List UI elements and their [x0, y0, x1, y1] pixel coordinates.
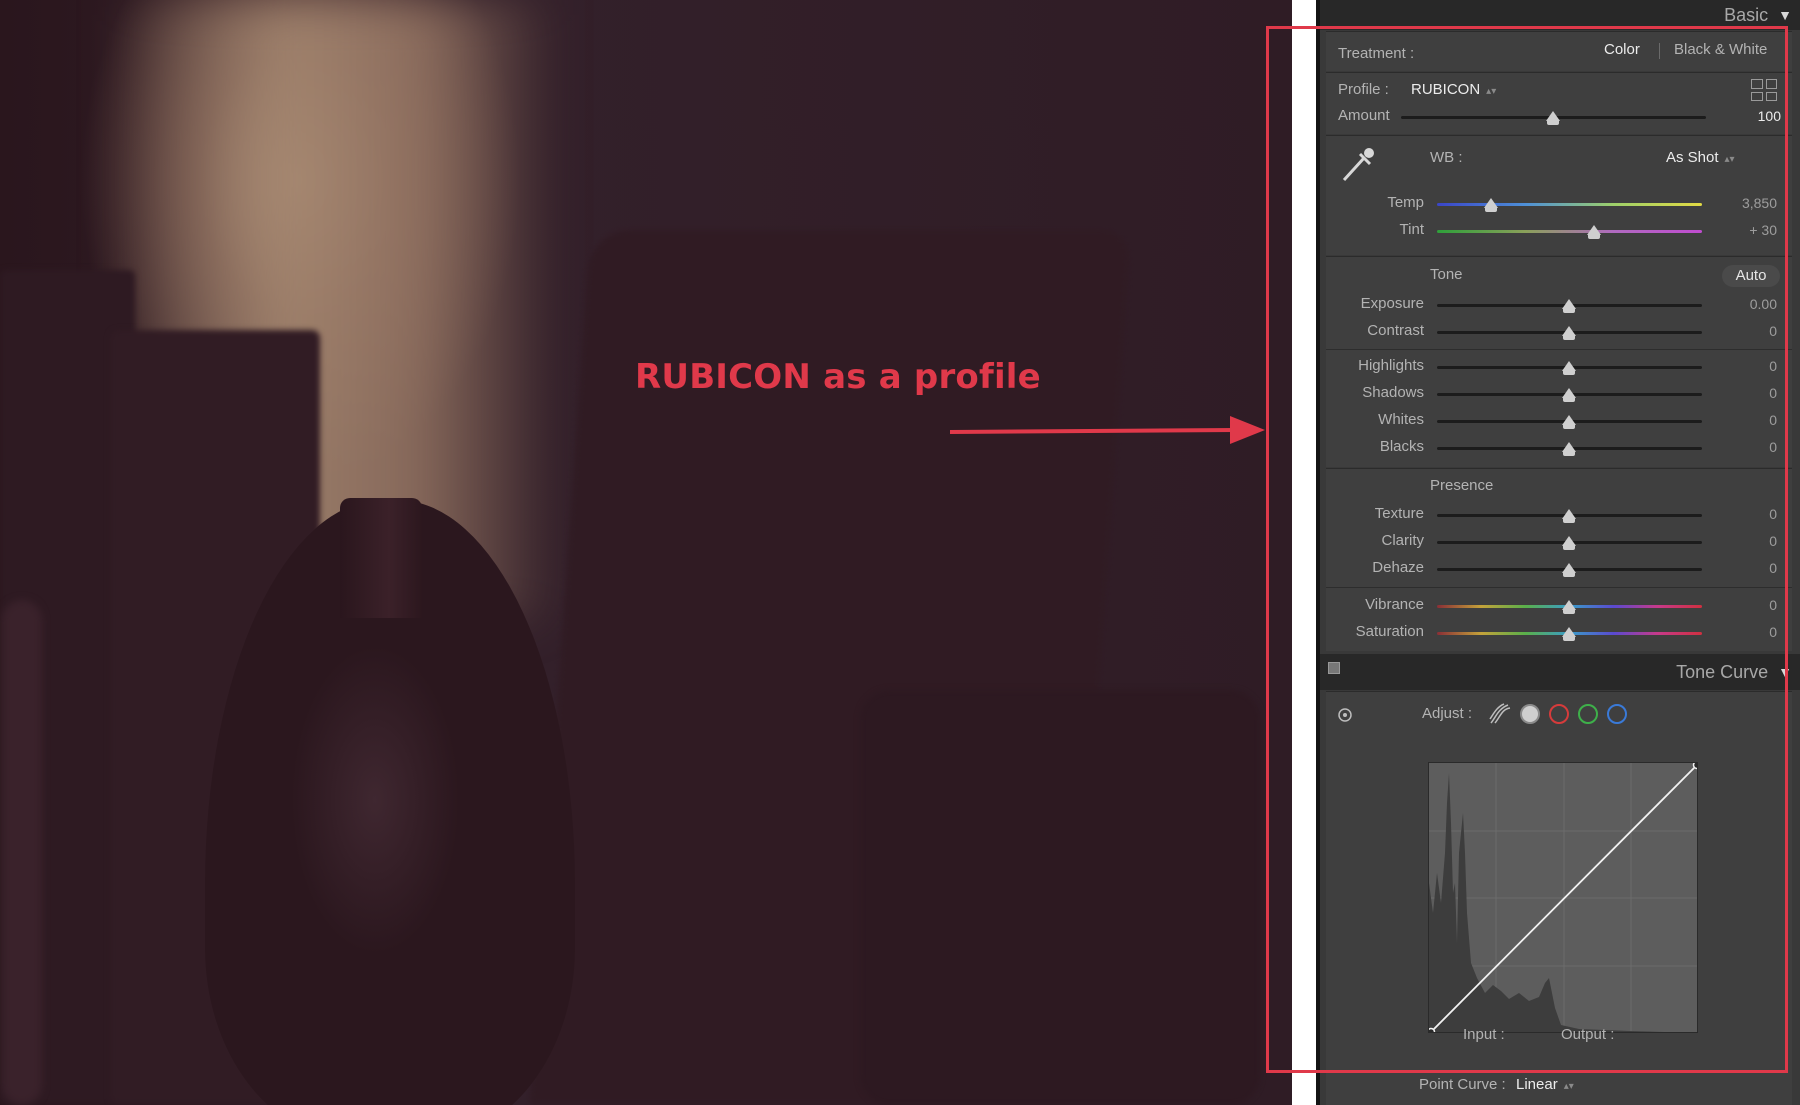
updown-arrows-icon: ▴▾ [1486, 86, 1497, 97]
tone-divider [1326, 349, 1792, 350]
highlights-slider-thumb[interactable] [1562, 361, 1576, 375]
saturation-slider-thumb[interactable] [1562, 627, 1576, 641]
tone-section: Tone Auto Exposure 0.00 Contrast 0 Highl… [1326, 256, 1792, 467]
photo-preview [0, 0, 1292, 1105]
profile-browser-grid-icon[interactable] [1751, 79, 1777, 101]
annotation-text: RUBICON as a profile [635, 357, 1041, 397]
targeted-adjustment-icon[interactable] [1336, 706, 1354, 724]
blacks-slider-thumb[interactable] [1562, 442, 1576, 456]
tone-auto-button[interactable]: Auto [1722, 265, 1780, 287]
dehaze-label: Dehaze [1372, 559, 1424, 576]
white-balance-section: WB : As Shot ▴▾ Temp 3,850 Tint + 30 [1326, 135, 1792, 255]
profile-value: RUBICON [1411, 81, 1481, 98]
wb-label: WB : [1430, 149, 1463, 166]
clarity-value[interactable]: 0 [1717, 533, 1777, 549]
treatment-bw-option[interactable]: Black & White [1674, 41, 1767, 58]
tone-curve-header[interactable]: Tone Curve ▼ [1320, 654, 1800, 690]
vibrance-slider-thumb[interactable] [1562, 600, 1576, 614]
collapse-triangle-icon[interactable]: ▼ [1778, 7, 1792, 23]
blacks-value[interactable]: 0 [1717, 439, 1777, 455]
tint-slider-thumb[interactable] [1587, 225, 1601, 239]
clarity-slider-thumb[interactable] [1562, 536, 1576, 550]
contrast-label: Contrast [1367, 322, 1424, 339]
output-label: Output : [1561, 1026, 1615, 1043]
photo-vase-neck [340, 498, 422, 618]
annotation-arrow-icon [950, 416, 1265, 444]
texture-slider-thumb[interactable] [1562, 509, 1576, 523]
presence-section: Presence Texture 0 Clarity 0 Dehaze 0 Vi… [1326, 468, 1792, 651]
saturation-label: Saturation [1355, 623, 1424, 640]
highlights-label: Highlights [1358, 357, 1424, 374]
clarity-label: Clarity [1381, 532, 1424, 549]
highlights-value[interactable]: 0 [1717, 358, 1777, 374]
adjust-label: Adjust : [1422, 705, 1473, 722]
dehaze-value[interactable]: 0 [1717, 560, 1777, 576]
input-label: Input : [1463, 1026, 1505, 1043]
point-curve-label: Point Curve : [1419, 1076, 1506, 1093]
whites-slider-thumb[interactable] [1562, 415, 1576, 429]
texture-value[interactable]: 0 [1717, 506, 1777, 522]
tone-curve-svg [1429, 763, 1697, 1032]
blue-channel-button[interactable] [1607, 704, 1627, 724]
collapse-triangle-icon[interactable]: ▼ [1778, 664, 1792, 680]
red-channel-button[interactable] [1549, 704, 1569, 724]
shadows-label: Shadows [1362, 384, 1424, 401]
photo-border [1292, 0, 1316, 1105]
profile-select[interactable]: RUBICON ▴▾ [1411, 81, 1496, 98]
basic-panel-header[interactable]: Basic ▼ [1320, 0, 1800, 30]
exposure-value[interactable]: 0.00 [1717, 296, 1777, 312]
treatment-color-option[interactable]: Color [1604, 41, 1640, 58]
exposure-slider-thumb[interactable] [1562, 299, 1576, 313]
updown-arrows-icon: ▴▾ [1724, 154, 1735, 165]
rgb-channel-button[interactable] [1520, 704, 1540, 724]
temp-slider-thumb[interactable] [1484, 198, 1498, 212]
whites-label: Whites [1378, 411, 1424, 428]
tone-title: Tone [1430, 266, 1463, 283]
contrast-slider-thumb[interactable] [1562, 326, 1576, 340]
profile-section: Profile : RUBICON ▴▾ Amount 100 [1326, 72, 1792, 134]
tone-curve-graph[interactable] [1428, 762, 1698, 1033]
tint-label: Tint [1399, 221, 1424, 238]
contrast-value[interactable]: 0 [1717, 323, 1777, 339]
eyedropper-icon[interactable] [1338, 144, 1378, 184]
point-curve-select[interactable]: Linear ▴▾ [1516, 1076, 1574, 1093]
updown-arrows-icon: ▴▾ [1563, 1081, 1574, 1092]
vibrance-label: Vibrance [1365, 596, 1424, 613]
panel-switch-icon[interactable] [1328, 662, 1340, 674]
green-channel-button[interactable] [1578, 704, 1598, 724]
amount-slider-thumb[interactable] [1546, 111, 1560, 125]
saturation-value[interactable]: 0 [1717, 624, 1777, 640]
temp-label: Temp [1387, 194, 1424, 211]
amount-label: Amount [1338, 107, 1390, 124]
temp-slider-track[interactable] [1437, 203, 1702, 206]
presence-divider [1326, 587, 1792, 588]
dehaze-slider-thumb[interactable] [1562, 563, 1576, 577]
tint-slider-track[interactable] [1437, 230, 1702, 233]
blacks-label: Blacks [1379, 438, 1424, 455]
wb-value: As Shot [1666, 149, 1719, 166]
treatment-label: Treatment : [1338, 45, 1415, 62]
parametric-curve-icon[interactable] [1488, 703, 1512, 725]
wb-select[interactable]: As Shot ▴▾ [1666, 149, 1735, 166]
amount-value[interactable]: 100 [1721, 108, 1781, 124]
temp-value[interactable]: 3,850 [1717, 195, 1777, 211]
point-curve-value: Linear [1516, 1076, 1558, 1093]
photo-object [860, 690, 1260, 1105]
texture-label: Texture [1374, 505, 1424, 522]
whites-value[interactable]: 0 [1717, 412, 1777, 428]
exposure-label: Exposure [1360, 295, 1424, 312]
tone-curve-header-label: Tone Curve [1676, 661, 1769, 682]
tint-value[interactable]: + 30 [1717, 222, 1777, 238]
shadows-slider-thumb[interactable] [1562, 388, 1576, 402]
shadows-value[interactable]: 0 [1717, 385, 1777, 401]
profile-label: Profile : [1338, 81, 1389, 98]
basic-header-label: Basic [1724, 4, 1769, 25]
treatment-separator [1659, 43, 1660, 59]
photo-object [2, 600, 42, 1105]
presence-title: Presence [1430, 477, 1494, 494]
treatment-section: Treatment : Color Black & White [1326, 31, 1792, 71]
develop-panel: Basic ▼ Treatment : Color Black & White … [1320, 0, 1800, 1105]
tone-curve-section: Adjust : Input : Output : Point Curve: … [1326, 691, 1792, 1105]
vibrance-value[interactable]: 0 [1717, 597, 1777, 613]
